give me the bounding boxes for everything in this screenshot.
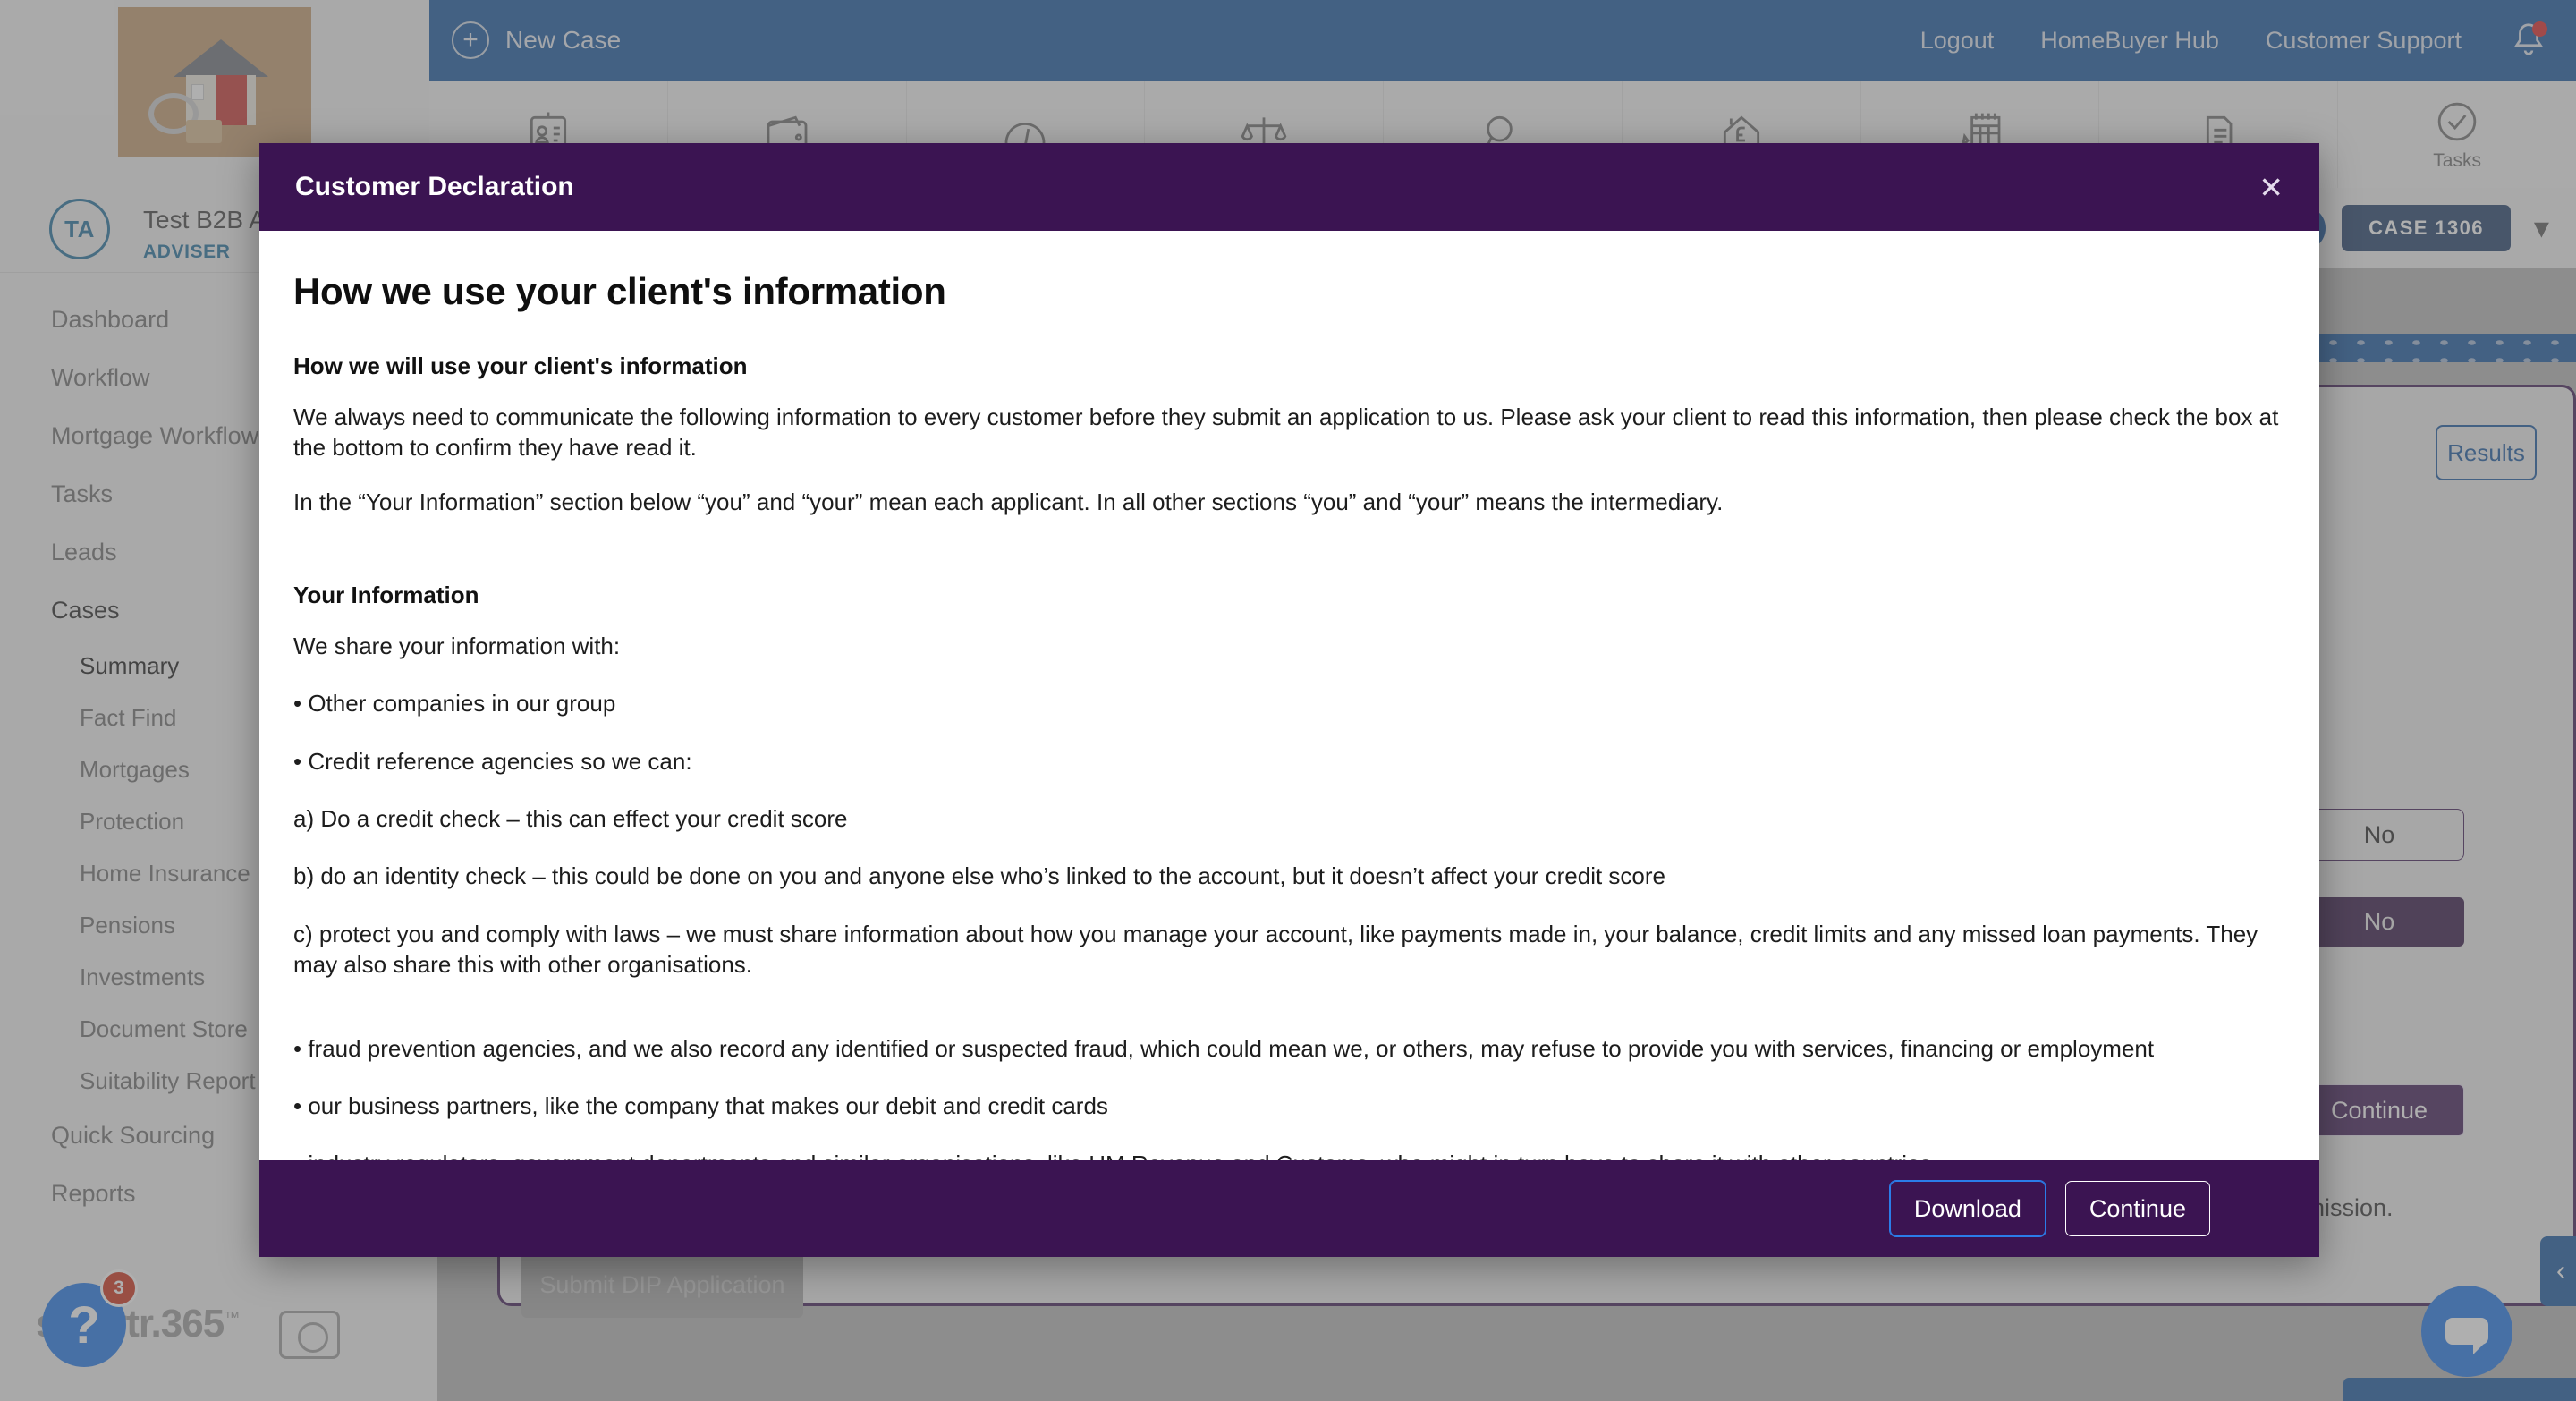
bullet-item: • Credit reference agencies so we can: bbox=[293, 747, 692, 775]
lettered-item: b) do an identity check – this could be … bbox=[293, 862, 1666, 890]
download-button[interactable]: Download bbox=[1889, 1181, 2046, 1236]
bullet-item: • fraud prevention agencies, and we also… bbox=[293, 1035, 2155, 1063]
paragraph: We always need to communicate the follow… bbox=[293, 403, 2279, 462]
paragraph: We share your information with: bbox=[293, 632, 621, 659]
modal-footer: Download Continue bbox=[259, 1160, 2319, 1257]
modal-continue-button[interactable]: Continue bbox=[2064, 1181, 2210, 1236]
modal-title: Customer Declaration bbox=[295, 172, 574, 201]
document-heading: How we use your client's information bbox=[293, 270, 946, 312]
paragraph: In the “Your Information” section below … bbox=[293, 488, 1724, 515]
modal-body: How we use your client's information How… bbox=[259, 231, 2319, 1160]
customer-declaration-modal: Customer Declaration ✕ How we use your c… bbox=[259, 143, 2319, 1257]
modal-header: Customer Declaration ✕ bbox=[259, 143, 2319, 231]
bullet-item: • our business partners, like the compan… bbox=[293, 1092, 1108, 1120]
screen-root: TA Test B2B A ADVISER DashboardWorkflowM… bbox=[0, 0, 2576, 1401]
close-icon[interactable]: ✕ bbox=[2258, 173, 2284, 202]
section-1-heading: How we will use your client's informatio… bbox=[293, 352, 748, 379]
lettered-item: a) Do a credit check – this can effect y… bbox=[293, 804, 848, 832]
lettered-item: c) protect you and comply with laws – we… bbox=[293, 920, 2258, 978]
section-2-heading: Your Information bbox=[293, 581, 479, 608]
bullet-item: • industry regulators, government depart… bbox=[293, 1149, 2284, 1160]
bullet-item: • Other companies in our group bbox=[293, 690, 616, 717]
